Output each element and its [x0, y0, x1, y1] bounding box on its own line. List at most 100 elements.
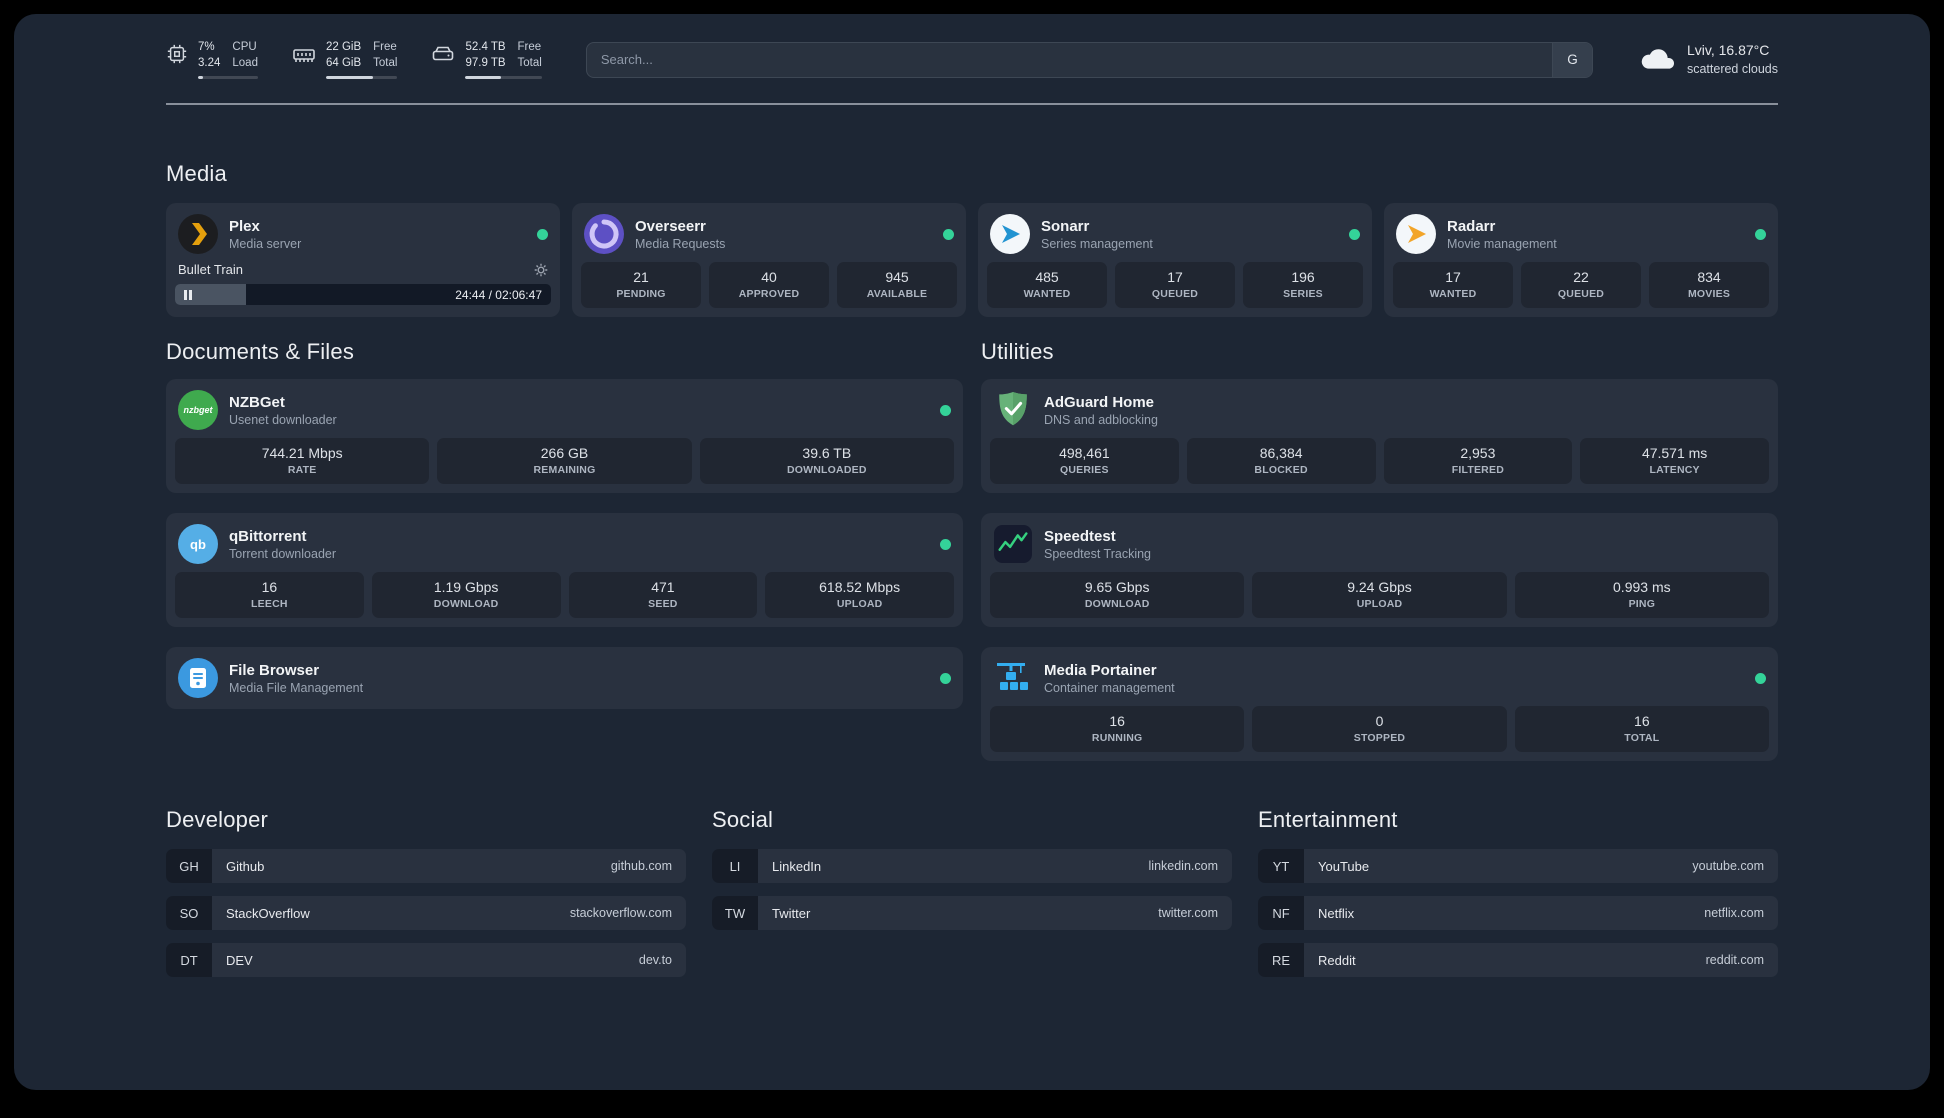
- cpu-label-1: CPU: [232, 41, 257, 53]
- stat-tile: 1.19 Gbps DOWNLOAD: [371, 572, 561, 619]
- bookmark-youtube[interactable]: YT YouTube youtube.com: [1258, 849, 1778, 884]
- stat-value: 945: [885, 269, 909, 286]
- stat-value: 9.65 Gbps: [1084, 579, 1150, 596]
- bookmark-netflix[interactable]: NF Netflix netflix.com: [1258, 896, 1778, 931]
- bookmark-linkedin[interactable]: LI LinkedIn linkedin.com: [712, 849, 1232, 884]
- stat-value: 40: [761, 269, 777, 286]
- stat-value: 16: [1109, 713, 1125, 730]
- service-name[interactable]: Media Portainer: [1044, 662, 1175, 679]
- service-card-portainer[interactable]: Media Portainer Container management 16 …: [981, 647, 1778, 762]
- service-card-filebrowser[interactable]: File Browser Media File Management: [166, 647, 963, 710]
- qbittorrent-icon: qb: [178, 524, 218, 565]
- service-desc: Series management: [1041, 236, 1153, 251]
- stat-tile: 945 AVAILABLE: [837, 262, 957, 309]
- stat-tile: 47.571 ms LATENCY: [1580, 438, 1769, 485]
- memory-monitor: 22 GiB 64 GiB Free Total: [292, 40, 398, 80]
- section-title-documents: Documents & Files: [166, 339, 355, 365]
- bookmark-github[interactable]: GH Github github.com: [166, 849, 686, 884]
- service-name[interactable]: Overseerr: [635, 218, 725, 235]
- stat-value: 2,953: [1460, 445, 1496, 462]
- stat-tile: 471 SEED: [568, 572, 758, 619]
- service-card-sonarr[interactable]: Sonarr Series management 485 WANTED 17 Q…: [978, 203, 1372, 318]
- search-input[interactable]: [586, 42, 1552, 77]
- section-title-media: Media: [166, 161, 227, 187]
- service-name[interactable]: AdGuard Home: [1044, 394, 1158, 411]
- status-dot: [940, 672, 951, 684]
- service-name[interactable]: Speedtest: [1044, 528, 1151, 545]
- nzbget-icon-text: nzbget: [183, 405, 213, 416]
- bookmark-name[interactable]: Reddit: [1318, 953, 1356, 968]
- search-provider-button[interactable]: G: [1551, 42, 1592, 77]
- bookmark-stackoverflow[interactable]: SO StackOverflow stackoverflow.com: [166, 896, 686, 931]
- bookmark-name[interactable]: Netflix: [1318, 906, 1354, 921]
- stat-tile: 498,461 QUERIES: [990, 438, 1179, 485]
- stat-tile: 21 PENDING: [581, 262, 701, 309]
- bookmark-name[interactable]: Twitter: [772, 906, 810, 921]
- stat-tile: 0 STOPPED: [1252, 706, 1507, 753]
- stat-label: SERIES: [1283, 288, 1323, 301]
- stat-value: 471: [651, 579, 675, 596]
- disk-free-value: 52.4 TB: [465, 41, 506, 53]
- service-card-qbittorrent[interactable]: qb qBittorrent Torrent downloader 16 LEE…: [166, 513, 963, 628]
- stat-value: 266 GB: [540, 445, 589, 462]
- memory-free-label: Free: [373, 41, 397, 53]
- status-dot: [940, 538, 951, 550]
- bookmark-url: github.com: [610, 859, 672, 874]
- service-name[interactable]: File Browser: [229, 662, 363, 679]
- stat-tile: 2,953 FILTERED: [1383, 438, 1573, 485]
- stat-tile: 266 GB REMAINING: [437, 438, 692, 485]
- bookmark-url: dev.to: [638, 953, 672, 968]
- memory-total-label: Total: [373, 56, 398, 69]
- bookmark-name[interactable]: Github: [226, 859, 264, 874]
- stat-tile: 196 SERIES: [1243, 262, 1363, 309]
- service-name[interactable]: Radarr: [1447, 218, 1557, 235]
- service-name[interactable]: Plex: [229, 218, 301, 235]
- service-name[interactable]: qBittorrent: [229, 528, 336, 545]
- stat-tile: 16 RUNNING: [990, 706, 1245, 753]
- status-dot: [1755, 228, 1766, 240]
- stat-tile: 39.6 TB DOWNLOADED: [699, 438, 954, 485]
- bookmark-name[interactable]: YouTube: [1318, 859, 1369, 874]
- cpu-usage-bar: [198, 76, 258, 80]
- stat-label: RATE: [287, 464, 317, 477]
- pause-button[interactable]: [184, 289, 192, 300]
- bookmark-name[interactable]: LinkedIn: [772, 859, 821, 874]
- bookmark-dev[interactable]: DT DEV dev.to: [166, 943, 686, 978]
- stat-label: TOTAL: [1624, 732, 1660, 745]
- service-desc: Speedtest Tracking: [1044, 546, 1152, 561]
- bookmark-name[interactable]: DEV: [226, 953, 253, 968]
- bookmark-reddit[interactable]: RE Reddit reddit.com: [1258, 943, 1778, 978]
- bookmark-twitter[interactable]: TW Twitter twitter.com: [712, 896, 1232, 931]
- playback-progress-bar[interactable]: 24:44 / 02:06:47: [175, 284, 551, 306]
- stat-label: REMAINING: [533, 464, 596, 477]
- speedtest-icon: [993, 524, 1033, 564]
- bookmark-abbr: NF: [1258, 896, 1304, 931]
- weather-condition: scattered clouds: [1686, 61, 1778, 76]
- bookmark-name[interactable]: StackOverflow: [226, 906, 310, 921]
- cpu-usage-fill: [198, 76, 204, 80]
- dashboard: 7% 3.24 CPU Load 22 GiB 64 GiB Free Tota…: [14, 14, 1930, 1090]
- service-card-nzbget[interactable]: nzbget NZBGet Usenet downloader 744.21 M…: [166, 379, 963, 494]
- stat-tile: 17 QUEUED: [1115, 262, 1235, 309]
- settings-gear-icon[interactable]: [534, 263, 548, 277]
- service-card-overseerr[interactable]: Overseerr Media Requests 21 PENDING 40 A…: [572, 203, 966, 318]
- stat-value: 16: [1634, 713, 1650, 730]
- section-title-developer: Developer: [166, 807, 269, 833]
- search-bar[interactable]: G: [585, 41, 1593, 78]
- bookmark-url: linkedin.com: [1148, 859, 1218, 874]
- stat-value: 834: [1697, 269, 1721, 286]
- service-card-plex[interactable]: Plex Media server Bullet Train 24:44 / 0…: [166, 203, 560, 318]
- weather-location: Lviv, 16.87°C: [1686, 41, 1770, 58]
- sonarr-icon: [990, 214, 1030, 255]
- bookmark-abbr: DT: [166, 943, 212, 978]
- service-card-radarr[interactable]: Radarr Movie management 17 WANTED 22 QUE…: [1384, 203, 1778, 318]
- service-name[interactable]: Sonarr: [1041, 218, 1153, 235]
- service-card-adguard[interactable]: AdGuard Home DNS and adblocking 498,461 …: [981, 379, 1778, 494]
- disk-total-label: Total: [517, 56, 542, 69]
- service-name[interactable]: NZBGet: [229, 394, 337, 411]
- stat-value: 1.19 Gbps: [433, 579, 499, 596]
- cloud-icon: [1637, 41, 1677, 78]
- stat-value: 16: [261, 579, 278, 596]
- service-card-speedtest[interactable]: Speedtest Speedtest Tracking 9.65 Gbps D…: [981, 513, 1778, 628]
- stat-tile: 86,384 BLOCKED: [1186, 438, 1376, 485]
